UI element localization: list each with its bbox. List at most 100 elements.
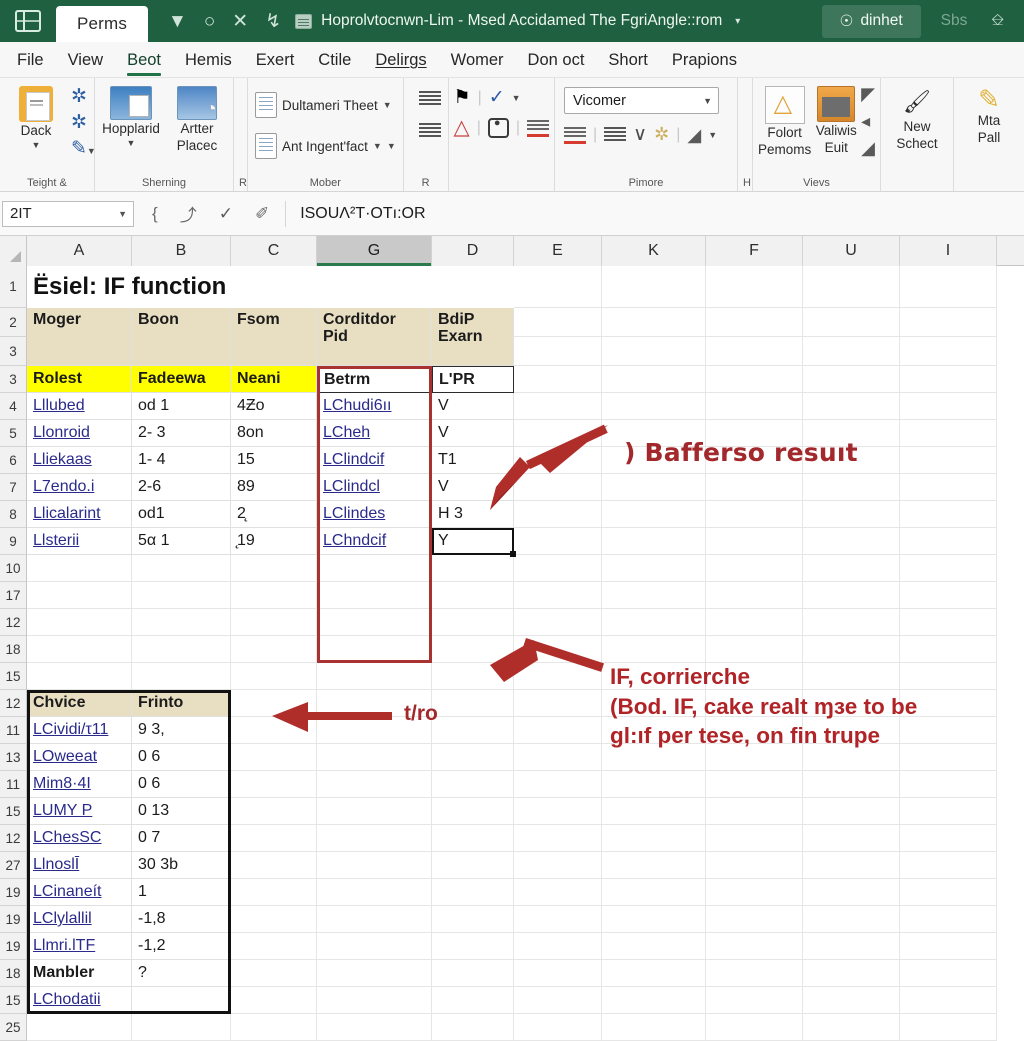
grid-cell-empty[interactable] <box>803 308 900 337</box>
grid-cell-empty[interactable] <box>514 555 602 582</box>
undo-icon[interactable]: ○ <box>204 12 215 31</box>
secondary-label[interactable]: Sbs <box>927 12 982 30</box>
cursor-arrow-icon[interactable]: ◂ <box>861 112 875 130</box>
row-header[interactable]: 12 <box>0 690 27 717</box>
grid-cell-empty[interactable] <box>317 852 432 879</box>
grid-cell-empty[interactable] <box>514 717 602 744</box>
select-all-corner[interactable] <box>0 236 27 266</box>
grid-cell-empty[interactable] <box>231 987 317 1014</box>
grid-cell-empty[interactable] <box>231 636 317 663</box>
table-row[interactable]: 2̨ <box>231 501 317 528</box>
angle-icon[interactable]: ◢ <box>687 126 701 144</box>
bottom-table-row[interactable]: LOweeat <box>27 744 132 771</box>
grid-cell-empty[interactable] <box>900 501 997 528</box>
table-row[interactable]: 15 <box>231 447 317 474</box>
grid-cell-empty[interactable] <box>900 852 997 879</box>
formula-input[interactable]: ISOUΛ²T·OTı:OR <box>285 200 1024 227</box>
autosave-icon[interactable]: ↯ <box>265 12 281 31</box>
grid-cell-empty[interactable] <box>514 987 602 1014</box>
grid-cell-empty[interactable] <box>602 337 706 366</box>
grid-cell-empty[interactable] <box>706 337 803 366</box>
table-row[interactable]: L7endo.i <box>27 474 132 501</box>
grid-cell-empty[interactable] <box>706 771 803 798</box>
column-header-B[interactable]: B <box>132 236 231 266</box>
grid-cell-empty[interactable] <box>231 609 317 636</box>
grid-cell-empty[interactable] <box>231 663 317 690</box>
table-list-icon[interactable] <box>564 125 587 145</box>
grid-cell-empty[interactable] <box>900 337 997 366</box>
grid-cell-empty[interactable] <box>27 609 132 636</box>
grid-cell-empty[interactable] <box>231 906 317 933</box>
grid-cell-empty[interactable] <box>432 933 514 960</box>
bottom-table-header-cell[interactable]: Chvice <box>27 690 132 717</box>
grid-cell-empty[interactable] <box>514 771 602 798</box>
grid-cell-empty[interactable] <box>231 1014 317 1041</box>
grid-cell-empty[interactable] <box>602 393 706 420</box>
table-row[interactable]: LChudi6ıı <box>317 393 432 420</box>
grid-cell-empty[interactable] <box>514 266 602 308</box>
table-subheader-cell[interactable]: Neani <box>231 366 317 393</box>
format-painter-icon[interactable]: ✎▼ <box>71 139 96 159</box>
ant-ingentfact-button[interactable]: Ant Ingent'fact ▼ ▼ <box>253 130 398 162</box>
row-header[interactable]: 15 <box>0 987 27 1014</box>
grid-cell-empty[interactable] <box>432 906 514 933</box>
bottom-table-row[interactable]: 0 7 <box>132 825 231 852</box>
table-row[interactable]: 2-6 <box>132 474 231 501</box>
filter-icon[interactable]: ∨ <box>633 123 647 146</box>
row-header[interactable]: 9 <box>0 528 27 555</box>
grid-cell-empty[interactable] <box>900 987 997 1014</box>
ribbon-tab-don-oct[interactable]: Don oct <box>517 48 596 77</box>
grid-cell-empty[interactable] <box>514 852 602 879</box>
grid-cell-empty[interactable] <box>706 609 803 636</box>
row-header[interactable]: 2 <box>0 308 27 337</box>
grid-cell-empty[interactable] <box>317 744 432 771</box>
row-header[interactable]: 27 <box>0 852 27 879</box>
ribbon-tab-hemis[interactable]: Hemis <box>174 48 243 77</box>
grid-cell-empty[interactable] <box>900 555 997 582</box>
bottom-table-row[interactable]: 0 6 <box>132 771 231 798</box>
grid-cell-empty[interactable] <box>317 879 432 906</box>
title-dropdown-caret[interactable]: ▾ <box>735 16 740 27</box>
grid-cell-empty[interactable] <box>803 987 900 1014</box>
grid-cell-empty[interactable] <box>514 308 602 337</box>
restore-icon[interactable]: ⎒ <box>981 12 1014 30</box>
ribbon-tab-file[interactable]: File <box>6 48 55 77</box>
table-row[interactable]: Lllubed <box>27 393 132 420</box>
table-header-cell[interactable]: BdiP Exarn <box>432 308 514 366</box>
grid-cell-empty[interactable] <box>706 933 803 960</box>
grid-cell-empty[interactable] <box>803 474 900 501</box>
dultameri-theet-button[interactable]: Dultameri Theet ▼ <box>253 89 394 121</box>
redline-list-icon[interactable] <box>527 118 550 138</box>
grid-cell-empty[interactable] <box>900 582 997 609</box>
grid-cell-empty[interactable] <box>514 393 602 420</box>
grid-cell-empty[interactable] <box>432 690 514 717</box>
grid-cell-empty[interactable] <box>514 960 602 987</box>
grid-cell-empty[interactable] <box>900 474 997 501</box>
insert-function-icon[interactable]: ✐ <box>255 204 269 224</box>
table-header-cell[interactable]: Boon <box>132 308 231 366</box>
grid-cell-empty[interactable] <box>602 1014 706 1041</box>
table-subheader-cell[interactable]: Rolest <box>27 366 132 393</box>
grid-cell-empty[interactable] <box>803 555 900 582</box>
confirm-icon[interactable]: ✓ <box>219 204 233 224</box>
name-box[interactable]: 2IT ▼ <box>2 200 134 227</box>
grid-cell-empty[interactable] <box>803 501 900 528</box>
row-header[interactable]: 12 <box>0 609 27 636</box>
row-header[interactable]: 3 <box>0 366 27 393</box>
table-row[interactable]: 5α 1 <box>132 528 231 555</box>
grid-cell-empty[interactable] <box>231 879 317 906</box>
chevron-down-icon[interactable]: ▼ <box>118 209 127 219</box>
grid-cell-empty[interactable] <box>706 636 803 663</box>
row-header[interactable]: 3 <box>0 337 27 366</box>
grid-cell-empty[interactable] <box>231 825 317 852</box>
bottom-table-row[interactable]: -1,2 <box>132 933 231 960</box>
column-header-G[interactable]: G <box>317 236 432 266</box>
bottom-table-row[interactable] <box>132 987 231 1014</box>
bullet-list-icon[interactable] <box>604 125 627 145</box>
align-lines-icon-2[interactable] <box>418 121 441 141</box>
hopplarid-button[interactable]: Hopplarid ▼ <box>100 83 162 148</box>
column-header-C[interactable]: C <box>231 236 317 266</box>
grid-cell-empty[interactable] <box>317 771 432 798</box>
flag-icon[interactable]: ⚑ <box>454 88 471 107</box>
bottom-table-row[interactable]: LUMY P <box>27 798 132 825</box>
